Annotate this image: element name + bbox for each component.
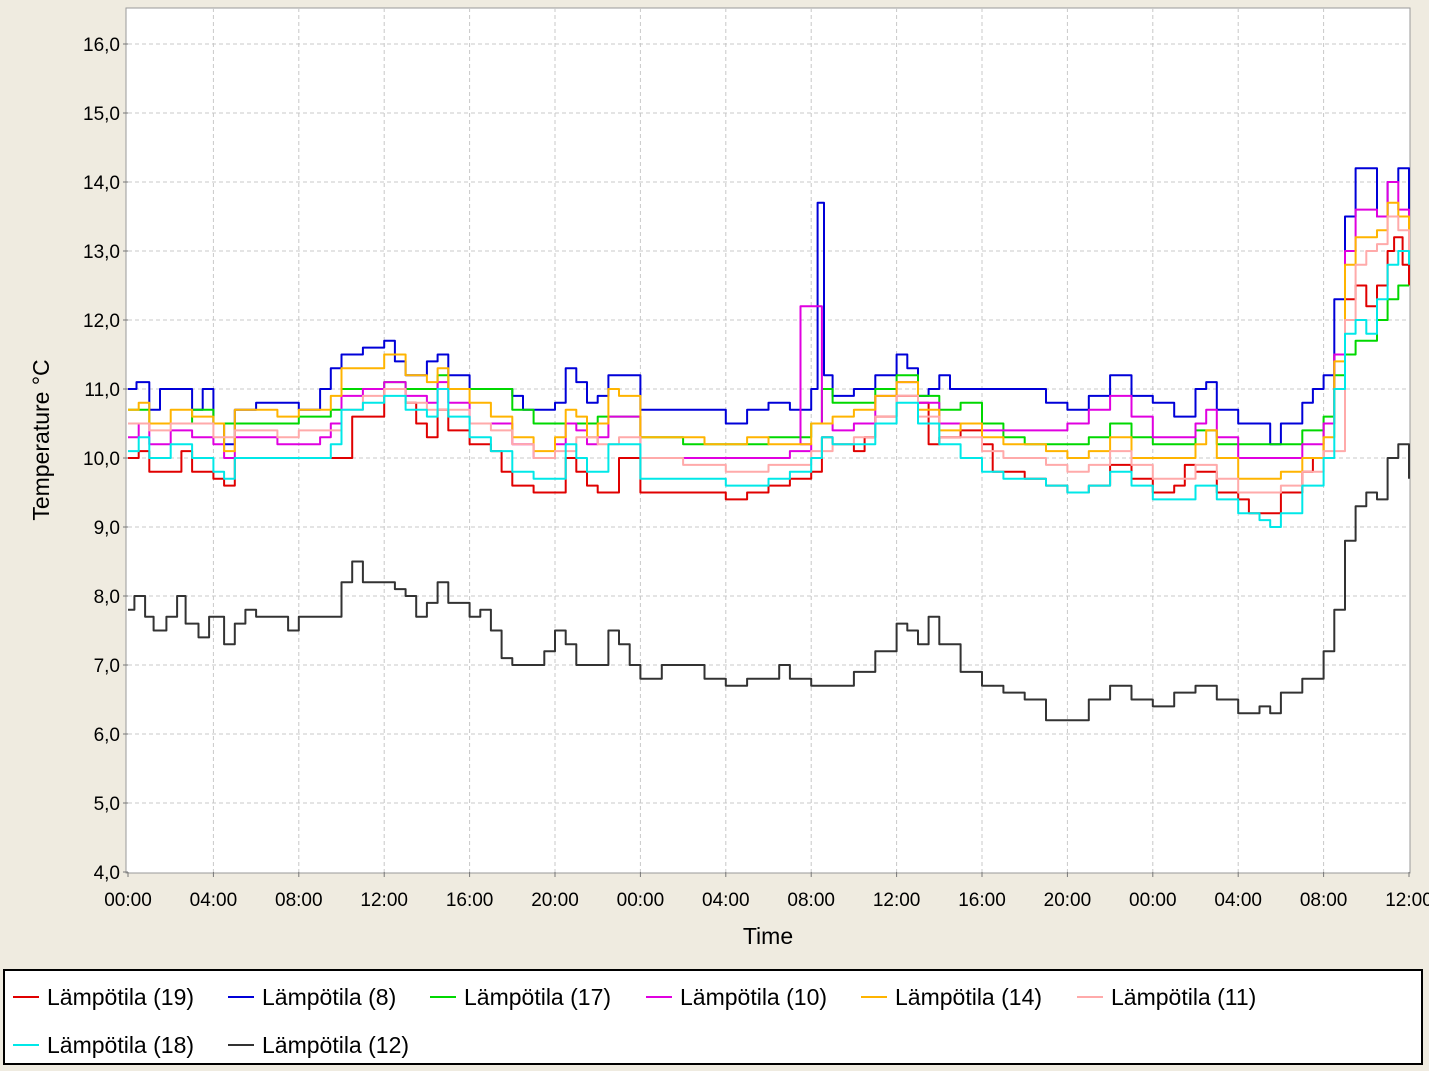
x-tick-label: 00:00 bbox=[1129, 890, 1177, 911]
y-tick-label: 7,0 bbox=[94, 656, 120, 677]
y-tick-label: 14,0 bbox=[83, 173, 120, 194]
legend-label: Lämpötila (17) bbox=[464, 983, 612, 1010]
y-tick-label: 8,0 bbox=[94, 587, 120, 608]
x-tick-label: 08:00 bbox=[275, 890, 323, 911]
legend-item: Lämpötila (19) bbox=[13, 982, 194, 1012]
y-tick-label: 12,0 bbox=[83, 311, 120, 332]
legend-swatch bbox=[13, 996, 39, 998]
legend-swatch bbox=[861, 996, 887, 998]
line-chart: 4,0 5,0 6,0 7,0 8,0 9,0 10,0 11,0 12,0 13,0 14,0 15… bbox=[28, 7, 1429, 949]
x-axis: 00:00 04:00 08:00 12:00 16:00 20:00 00:00 04:00… bbox=[104, 872, 1429, 911]
legend-swatch bbox=[646, 996, 672, 998]
legend-item: Lämpötila (14) bbox=[861, 982, 1042, 1012]
legend-item: Lämpötila (18) bbox=[13, 1030, 194, 1060]
legend-label: Lämpötila (14) bbox=[895, 983, 1043, 1010]
legend-swatch bbox=[228, 1044, 254, 1046]
legend-swatch bbox=[430, 996, 456, 998]
legend-label: Lämpötila (18) bbox=[47, 1031, 195, 1058]
legend-item: Lämpötila (11) bbox=[1077, 982, 1256, 1012]
y-tick-label: 15,0 bbox=[83, 104, 120, 125]
legend-swatch bbox=[228, 996, 254, 998]
y-tick-label: 5,0 bbox=[94, 794, 120, 815]
x-tick-label: 08:00 bbox=[1300, 890, 1348, 911]
y-tick-label: 13,0 bbox=[83, 242, 120, 263]
x-tick-label: 04:00 bbox=[1214, 890, 1262, 911]
legend-label: Lämpötila (10) bbox=[680, 983, 828, 1010]
legend-swatch bbox=[1077, 996, 1103, 998]
x-tick-label: 12:00 bbox=[1385, 890, 1429, 911]
legend-item: Lämpötila (8) bbox=[228, 982, 396, 1012]
legend-label: Lämpötila (8) bbox=[262, 983, 397, 1010]
x-tick-label: 20:00 bbox=[1044, 890, 1092, 911]
x-tick-label: 12:00 bbox=[360, 890, 408, 911]
legend-swatch bbox=[13, 1044, 39, 1046]
x-tick-label: 04:00 bbox=[702, 890, 750, 911]
legend-label: Lämpötila (11) bbox=[1111, 983, 1257, 1010]
x-tick-label: 08:00 bbox=[787, 890, 835, 911]
y-tick-label: 11,0 bbox=[84, 380, 120, 401]
x-tick-label: 00:00 bbox=[104, 890, 152, 911]
x-tick-label: 16:00 bbox=[446, 890, 494, 911]
legend-item: Lämpötila (12) bbox=[228, 1030, 409, 1060]
x-tick-label: 00:00 bbox=[617, 890, 665, 911]
legend-label: Lämpötila (12) bbox=[262, 1031, 410, 1058]
x-tick-label: 20:00 bbox=[531, 890, 579, 911]
y-tick-label: 4,0 bbox=[94, 863, 120, 884]
legend-item: Lämpötila (10) bbox=[646, 982, 827, 1012]
y-axis: 4,0 5,0 6,0 7,0 8,0 9,0 10,0 11,0 12,0 13,0 14,0 15… bbox=[83, 35, 128, 884]
x-tick-label: 04:00 bbox=[190, 890, 238, 911]
y-tick-label: 16,0 bbox=[83, 35, 120, 56]
x-tick-label: 16:00 bbox=[958, 890, 1006, 911]
legend: Lämpötila (19) Lämpötila (8) Lämpötila (17… bbox=[3, 969, 1423, 1065]
legend-label: Lämpötila (19) bbox=[47, 983, 195, 1010]
legend-item: Lämpötila (17) bbox=[430, 982, 611, 1012]
y-axis-title: Temperature °C bbox=[28, 359, 54, 520]
x-axis-title: Time bbox=[743, 923, 793, 949]
y-tick-label: 9,0 bbox=[94, 518, 120, 539]
y-tick-label: 10,0 bbox=[83, 449, 120, 470]
y-tick-label: 6,0 bbox=[94, 725, 120, 746]
x-tick-label: 12:00 bbox=[873, 890, 921, 911]
